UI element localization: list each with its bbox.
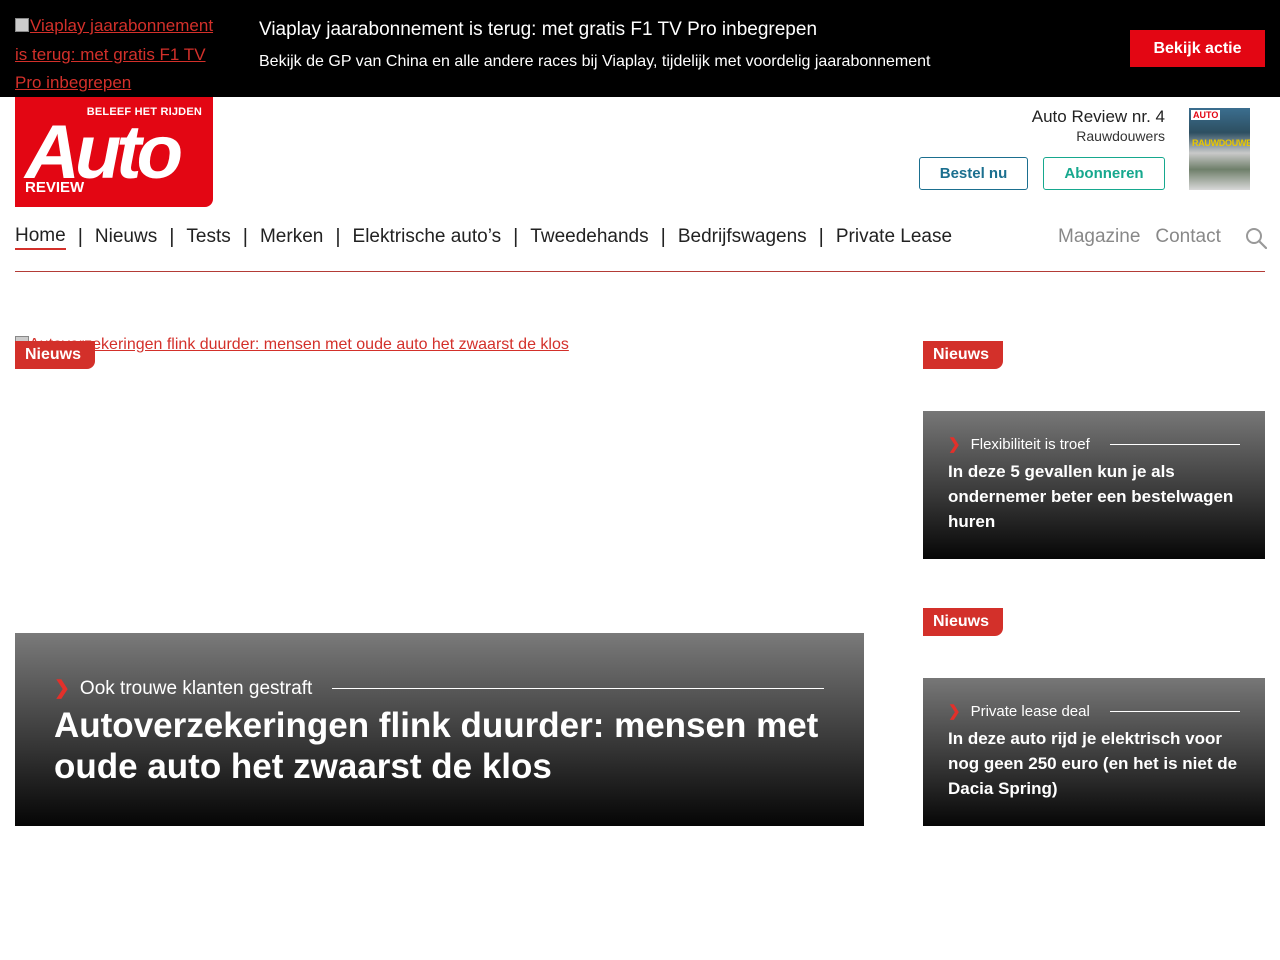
hero-kicker: ❯ Ook trouwe klanten gestraft [54,677,824,700]
nav-item-private-lease[interactable]: Private Lease [836,226,952,248]
nav-item-magazine[interactable]: Magazine [1058,226,1140,248]
nav-item-home[interactable]: Home [15,225,66,250]
kicker-rule [332,688,824,689]
nav-divider [15,271,1265,272]
nav-separator: | [513,225,519,248]
side-kicker: ❯ Private lease deal [948,702,1240,720]
search-icon[interactable] [1245,227,1267,249]
cover-logo: AUTO [1191,110,1221,120]
magazine-cover[interactable]: AUTO RAUWDOUWERS [1189,108,1250,190]
side-article-title: In deze auto rijd je elektrisch voor nog… [948,729,1238,798]
broken-image-icon [15,18,29,32]
nav-separator: | [169,225,175,248]
hero-title: Autoverzekeringen flink duurder: mensen … [54,706,819,786]
promo-banner: Viaplay jaarabonnement is terug: met gra… [0,0,1280,97]
nav-separator: | [660,225,666,248]
nav-separator: | [818,225,824,248]
promo-image-link[interactable]: Viaplay jaarabonnement is terug: met gra… [15,12,230,98]
secondary-nav: Magazine Contact [1058,222,1236,252]
kicker-rule [1109,710,1240,712]
nav-item-nieuws[interactable]: Nieuws [95,226,157,248]
nav-item-elektrische-autos[interactable]: Elektrische auto’s [353,226,502,248]
chevron-right-icon: ❯ [948,436,961,453]
promo-subtitle: Bekijk de GP van China en alle andere ra… [259,53,931,70]
logo-sub: REVIEW [25,179,85,196]
hero-article-card[interactable]: ❯ Ook trouwe klanten gestraft Autoverzek… [15,633,864,826]
hero-image-link[interactable]: Autoverzekeringen flink duurder: mensen … [15,336,569,354]
site-logo[interactable]: BELEEF HET RIJDEN Auto REVIEW [15,97,213,207]
hero-category-badge[interactable]: Nieuws [15,341,95,369]
nav-item-tests[interactable]: Tests [186,226,230,248]
subscribe-button[interactable]: Abonneren [1043,157,1165,190]
nav-separator: | [77,225,83,248]
magazine-title: Auto Review nr. 4 [1031,107,1165,126]
nav-item-contact[interactable]: Contact [1155,226,1220,248]
nav-item-bedrijfswagens[interactable]: Bedrijfswagens [678,226,807,248]
side-kicker-text: Private lease deal [970,702,1090,720]
nav-item-merken[interactable]: Merken [260,226,323,248]
main-nav: Home | Nieuws | Tests | Merken | Elektri… [15,222,952,252]
side-kicker: ❯ Flexibiliteit is troef [948,435,1240,453]
promo-title[interactable]: Viaplay jaarabonnement is terug: met gra… [259,19,817,41]
side-article-title: In deze 5 gevallen kun je als ondernemer… [948,462,1234,531]
order-button[interactable]: Bestel nu [919,157,1028,190]
promo-image-alt: Viaplay jaarabonnement is terug: met gra… [15,16,214,92]
cover-headline: RAUWDOUWERS [1192,138,1250,148]
nav-item-tweedehands[interactable]: Tweedehands [530,226,648,248]
chevron-right-icon: ❯ [54,678,70,699]
hero-kicker-text: Ook trouwe klanten gestraft [79,677,313,699]
chevron-right-icon: ❯ [948,703,961,720]
side-category-badge[interactable]: Nieuws [923,341,1003,369]
magazine-subtitle: Rauwdouwers [1076,128,1165,144]
side-kicker-text: Flexibiliteit is troef [970,435,1090,453]
side-category-badge[interactable]: Nieuws [923,608,1003,636]
nav-separator: | [242,225,248,248]
kicker-rule [1109,443,1240,445]
nav-separator: | [335,225,341,248]
side-article-card[interactable]: ❯ Private lease deal In deze auto rijd j… [923,678,1265,826]
hero-image-alt: Autoverzekeringen flink duurder: mensen … [29,336,569,353]
side-article-card[interactable]: ❯ Flexibiliteit is troef In deze 5 geval… [923,411,1265,559]
promo-cta-button[interactable]: Bekijk actie [1130,30,1265,67]
